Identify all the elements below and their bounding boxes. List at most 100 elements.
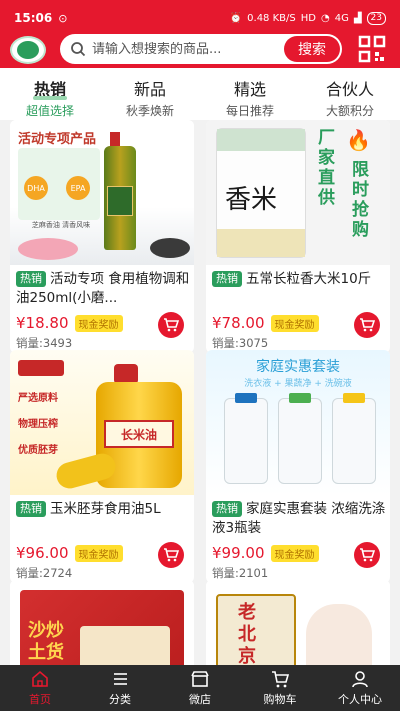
home-icon	[32, 670, 48, 687]
notification-icon: ⊙	[58, 11, 68, 25]
tab-sublabel: 秋季焕新	[125, 104, 174, 118]
bottle-cap	[110, 132, 120, 146]
signal-icon: ▟	[353, 12, 362, 24]
nav-home[interactable]: 首页	[0, 665, 80, 711]
add-to-cart-button[interactable]	[354, 542, 380, 568]
cart-icon	[360, 318, 375, 332]
status-bar: 15:06 ⊙ ⏰ 0.48 KB/S HD ◔ 4G ▟ 23	[0, 0, 400, 36]
factory-direct-text: 厂家直供	[318, 128, 335, 208]
product-card[interactable]: 活动专项产品 DHA EPA 芝麻香油 清香风味 热销 活动专项 食用植物调和油2…	[10, 120, 194, 353]
price-row: ¥96.00 现金奖励	[10, 539, 194, 568]
flame-icon: 🔥	[346, 128, 371, 152]
tab-new[interactable]: 新品 秋季焕新	[100, 68, 200, 120]
product-card[interactable]: 老北京	[206, 580, 390, 665]
qr-scan-icon[interactable]	[358, 35, 386, 63]
add-to-cart-button[interactable]	[354, 312, 380, 338]
search-header: 搜索	[0, 34, 400, 68]
tab-partner[interactable]: 合伙人 大额积分	[300, 68, 400, 120]
price-row: ¥78.00 现金奖励	[206, 309, 390, 338]
set-heading: 家庭实惠套装	[256, 359, 340, 375]
product-pack: 老北京	[216, 594, 296, 665]
battery-indicator: 23	[366, 11, 386, 25]
hot-tag: 热销	[16, 501, 46, 517]
search-input[interactable]	[92, 41, 267, 57]
product-image: 沙炒土货	[10, 580, 194, 665]
net-speed: 0.48 KB/S	[247, 12, 296, 24]
alarm-icon: ⏰	[229, 12, 243, 24]
pack-text: 老北京	[238, 602, 256, 665]
cart-icon	[164, 318, 179, 332]
nav-profile[interactable]: 个人中心	[320, 665, 400, 711]
gift-box-text: 沙炒土货	[28, 620, 64, 663]
set-subheading: 洗衣液 + 果蔬净 + 洗碗液	[244, 379, 352, 389]
add-to-cart-button[interactable]	[158, 542, 184, 568]
clock: 15:06	[14, 11, 53, 25]
product-image: 家庭实惠套装 洗衣液 + 果蔬净 + 洗碗液	[206, 350, 390, 495]
app-logo[interactable]	[10, 36, 46, 64]
bottle-dish-wash	[332, 393, 376, 484]
shop-icon	[191, 671, 209, 687]
active-tab-indicator	[33, 96, 67, 100]
product-title: 热销 活动专项 食用植物调和油250ml(小磨...	[16, 271, 190, 306]
nav-label: 个人中心	[338, 693, 382, 706]
cart-icon	[164, 548, 179, 562]
signal-label: 4G	[334, 12, 349, 24]
nav-shop[interactable]: 微店	[160, 665, 240, 711]
epa-badge: EPA	[66, 176, 90, 200]
product-image: 活动专项产品 DHA EPA 芝麻香油 清香风味	[10, 120, 194, 265]
bottom-nav: 首页 分类 微店 购物车 个人中心	[0, 665, 400, 711]
cash-reward-badge: 现金奖励	[74, 314, 123, 332]
nav-category[interactable]: 分类	[80, 665, 160, 711]
search-bar: 搜索	[60, 34, 342, 64]
brand-banner	[18, 360, 64, 376]
product-card[interactable]: 沙炒土货	[10, 580, 194, 665]
nav-label: 首页	[29, 693, 51, 706]
list-icon	[114, 673, 127, 685]
product-card[interactable]: 家庭实惠套装 洗衣液 + 果蔬净 + 洗碗液 热销 家庭实惠套装 浓缩洗涤液3瓶装…	[206, 350, 390, 583]
category-tabs: 热销 超值选择 新品 秋季焕新 精选 每日推荐 合伙人 大额积分	[0, 68, 400, 120]
hot-tag: 热销	[212, 271, 242, 287]
nav-label: 分类	[109, 693, 131, 706]
product-title: 热销 五常长粒香大米10斤	[206, 265, 390, 309]
product-grid: 活动专项产品 DHA EPA 芝麻香油 清香风味 热销 活动专项 食用植物调和油2…	[0, 120, 400, 665]
jug-cap	[114, 364, 138, 384]
product-image: 老北京	[206, 580, 390, 665]
add-to-cart-button[interactable]	[158, 312, 184, 338]
tab-sublabel: 每日推荐	[225, 104, 274, 118]
gift-box: 沙炒土货	[20, 590, 184, 665]
product-title: 热销 家庭实惠套装 浓缩洗涤液3瓶装	[212, 501, 386, 536]
status-indicators: ⏰ 0.48 KB/S HD ◔ 4G ▟ 23	[229, 11, 386, 25]
product-title: 热销 玉米胚芽食用油5L	[10, 495, 194, 539]
cash-reward-badge: 现金奖励	[270, 314, 319, 332]
tab-sublabel: 大额积分	[325, 104, 374, 118]
limited-time-text: 限时抢购	[352, 160, 369, 240]
product-card[interactable]: 香米 厂家直供 🔥 限时抢购 热销 五常长粒香大米10斤 ¥78.00 现金奖励 …	[206, 120, 390, 353]
cash-reward-badge: 现金奖励	[74, 544, 123, 562]
feature-list: 严选原料 物理压榨 优质胚芽	[18, 393, 58, 456]
cart-icon	[360, 548, 375, 562]
product-price: ¥99.00	[212, 544, 265, 562]
oil-bottle	[104, 146, 136, 250]
tab-hot[interactable]: 热销 超值选择	[0, 68, 100, 120]
bottle-fruit-wash	[278, 393, 322, 484]
user-icon	[352, 671, 368, 688]
tab-label: 精选	[233, 80, 266, 99]
search-button[interactable]: 搜索	[284, 36, 340, 62]
price-row: ¥18.80 现金奖励	[10, 309, 194, 338]
nav-label: 微店	[189, 693, 211, 706]
jug-label: 长米油	[104, 420, 174, 448]
cash-reward-badge: 现金奖励	[270, 544, 319, 562]
wifi-icon: ◔	[320, 12, 330, 24]
price-row: ¥99.00 现金奖励	[206, 539, 390, 568]
tab-selected[interactable]: 精选 每日推荐	[200, 68, 300, 120]
tab-label: 新品	[133, 80, 166, 99]
promo-foot: 芝麻香油 清香风味	[31, 221, 91, 229]
flower-decor	[18, 238, 78, 260]
cart-icon	[272, 671, 290, 688]
network-type: HD	[300, 12, 316, 24]
nav-cart[interactable]: 购物车	[240, 665, 320, 711]
rice-bag-text: 香米	[225, 185, 278, 215]
nav-label: 购物车	[263, 693, 297, 706]
product-card[interactable]: 严选原料 物理压榨 优质胚芽 长米油 热销 玉米胚芽食用油5L ¥96.00 现金…	[10, 350, 194, 583]
product-price: ¥96.00	[16, 544, 69, 562]
